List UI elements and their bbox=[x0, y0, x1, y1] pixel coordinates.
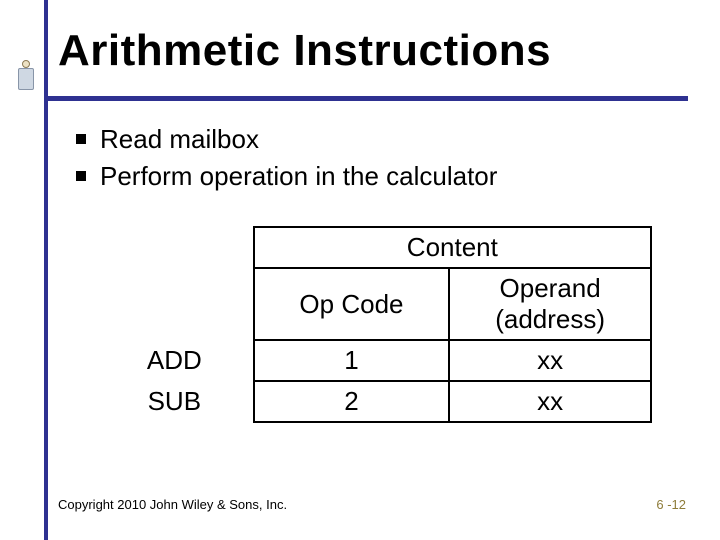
table-cell-operand: xx bbox=[449, 340, 651, 381]
opcode-table: Content Op Code Operand (address) ADD 1 … bbox=[96, 226, 652, 423]
table-row-label: SUB bbox=[96, 381, 254, 422]
page-number: 6 -12 bbox=[656, 497, 686, 512]
copyright-text: Copyright 2010 John Wiley & Sons, Inc. bbox=[58, 497, 287, 512]
table-row: Content bbox=[96, 227, 651, 268]
table-cell-operand: xx bbox=[449, 381, 651, 422]
table-row: ADD 1 xx bbox=[96, 340, 651, 381]
table-row: Op Code Operand (address) bbox=[96, 268, 651, 340]
bullet-text: Read mailbox bbox=[100, 122, 259, 157]
table-cell-empty bbox=[96, 227, 254, 268]
bullet-text: Perform operation in the calculator bbox=[100, 159, 497, 194]
bullet-list: Read mailbox Perform operation in the ca… bbox=[76, 122, 686, 196]
table-row: SUB 2 xx bbox=[96, 381, 651, 422]
table-row-label: ADD bbox=[96, 340, 254, 381]
bullet-square-icon bbox=[76, 171, 86, 181]
bullet-item: Perform operation in the calculator bbox=[76, 159, 686, 194]
bullet-item: Read mailbox bbox=[76, 122, 686, 157]
operand-header-line2: (address) bbox=[495, 304, 605, 334]
table-col-header-operand: Operand (address) bbox=[449, 268, 651, 340]
title-underline bbox=[44, 96, 688, 101]
slide-title: Arithmetic Instructions bbox=[58, 26, 551, 76]
table-cell-opcode: 1 bbox=[254, 340, 450, 381]
mascot-icon bbox=[14, 60, 38, 96]
slide: Arithmetic Instructions Read mailbox Per… bbox=[0, 0, 720, 540]
vertical-rule bbox=[44, 0, 48, 540]
bullet-square-icon bbox=[76, 134, 86, 144]
table-cell-opcode: 2 bbox=[254, 381, 450, 422]
table-cell-empty bbox=[96, 268, 254, 340]
table-group-header: Content bbox=[254, 227, 651, 268]
operand-header-line1: Operand bbox=[500, 273, 601, 303]
table-col-header-opcode: Op Code bbox=[254, 268, 450, 340]
